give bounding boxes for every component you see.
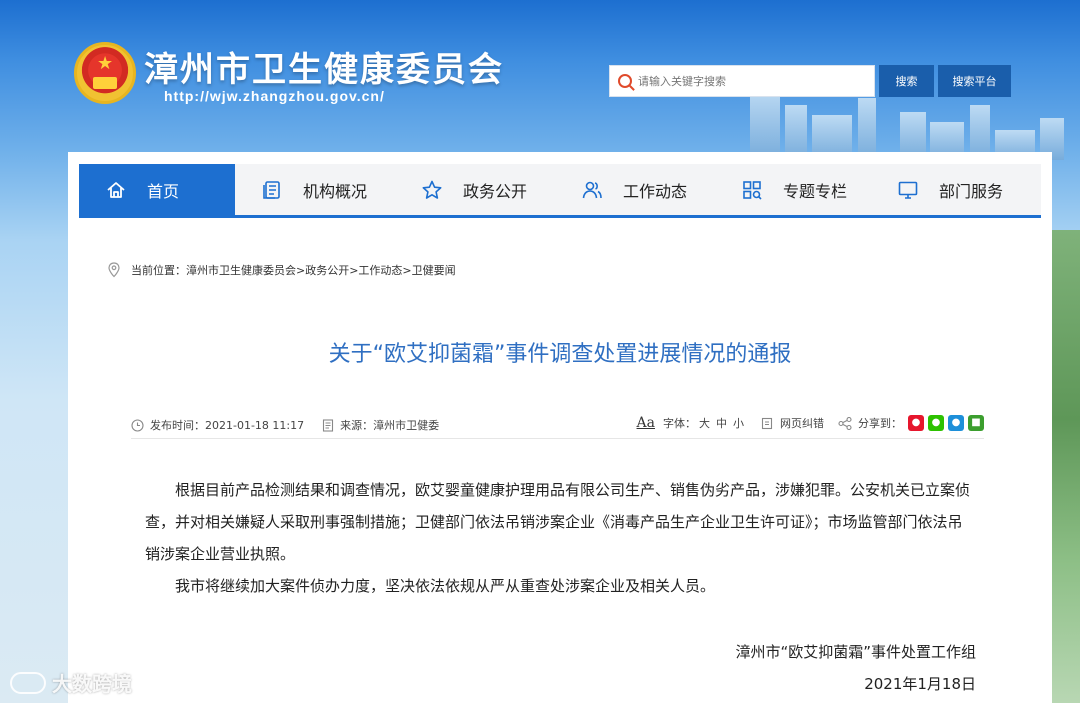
edit-document-icon (761, 417, 773, 429)
people-icon (581, 179, 603, 201)
nav-item-label: 专题专栏 (783, 181, 848, 201)
nav-item-label: 政务公开 (463, 181, 528, 201)
nav-item-label: 首页 (147, 181, 180, 201)
article-title: 关于“欧艾抑菌霜”事件调查处置进展情况的通报 (328, 342, 792, 367)
document-icon (323, 418, 334, 432)
article-body: 根据目前产品检测结果和调查情况，欧艾婴童健康护理用品有限公司生产、销售伪劣产品，… (145, 474, 975, 602)
nav-item-department-services[interactable]: 部门服务 (875, 164, 1041, 215)
share-icon (838, 416, 852, 430)
weibo-share-icon[interactable]: ● (908, 415, 924, 431)
article-meta-bar: 发布时间：2021-01-18 11:17 来源：漳州市卫健委 Aa 字体： 大… (131, 413, 984, 439)
nav-item-label: 部门服务 (939, 181, 1004, 201)
home-icon (105, 179, 127, 201)
article-paragraph: 根据目前产品检测结果和调查情况，欧艾婴童健康护理用品有限公司生产、销售伪劣产品，… (145, 481, 971, 563)
nav-item-gov-affairs[interactable]: 政务公开 (395, 164, 555, 215)
search-icon (618, 74, 632, 88)
watermark-logo-icon (10, 671, 46, 694)
share-label: 分享到： (838, 415, 902, 431)
font-size-small[interactable]: 小 (733, 415, 744, 431)
national-emblem-logo: ★ (74, 42, 136, 104)
grid-search-icon (741, 179, 763, 201)
nav-item-label: 机构概况 (303, 181, 368, 201)
star-icon (421, 179, 443, 201)
nav-item-home[interactable]: 首页 (79, 164, 235, 215)
monitor-icon (897, 179, 919, 201)
breadcrumb-text[interactable]: 当前位置：漳州市卫生健康委员会>政务公开>工作动态>卫健要闻 (131, 262, 456, 278)
document-list-icon (261, 179, 283, 201)
nav-item-special-topics[interactable]: 专题专栏 (715, 164, 875, 215)
douban-share-icon[interactable]: ■ (968, 415, 984, 431)
site-title[interactable]: 漳州市卫生健康委员会 (144, 42, 504, 91)
watermark: 大数跨境 (10, 668, 132, 697)
nav-item-label: 工作动态 (623, 181, 688, 201)
breadcrumb: 当前位置：漳州市卫生健康委员会>政务公开>工作动态>卫健要闻 (107, 262, 456, 278)
font-size-medium[interactable]: 中 (716, 415, 727, 431)
nav-item-organization[interactable]: 机构概况 (235, 164, 395, 215)
publish-time: 发布时间：2021-01-18 11:17 (131, 417, 304, 433)
error-report-link[interactable]: 网页纠错 (761, 415, 824, 431)
search-button[interactable]: 搜索 (879, 65, 934, 97)
article-source: 来源：漳州市卫健委 (322, 417, 439, 433)
article-paragraph: 我市将继续加大案件侦办力度，坚决依法依规从严从重查处涉案企业及相关人员。 (175, 577, 716, 595)
nav-item-work-news[interactable]: 工作动态 (555, 164, 715, 215)
search-platform-button[interactable]: 搜索平台 (938, 65, 1011, 97)
location-pin-icon (108, 262, 120, 278)
font-size-label: 字体： (663, 417, 696, 430)
signature-date: 2021年1月18日 (864, 675, 976, 693)
wechat-share-icon[interactable]: ● (928, 415, 944, 431)
article-signature-block: 漳州市“欧艾抑菌霜”事件处置工作组 2021年1月18日 (735, 636, 976, 700)
search-input[interactable] (638, 74, 858, 88)
signature-organization: 漳州市“欧艾抑菌霜”事件处置工作组 (735, 643, 976, 661)
font-size-large[interactable]: 大 (699, 415, 710, 431)
search-box[interactable] (609, 65, 875, 97)
clock-icon (131, 418, 144, 432)
font-size-icon: Aa (636, 415, 655, 431)
main-nav: 首页 机构概况 政务公开 工作动态 专题专栏 部门服务 (79, 164, 1041, 218)
site-url: http://wjw.zhangzhou.gov.cn/ (164, 88, 385, 104)
qq-share-icon[interactable]: ● (948, 415, 964, 431)
